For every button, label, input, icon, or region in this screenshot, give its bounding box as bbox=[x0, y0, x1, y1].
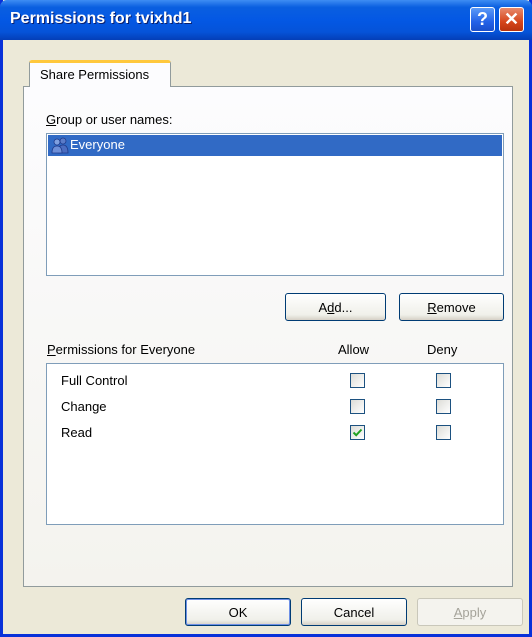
allow-full-control-checkbox[interactable] bbox=[350, 373, 365, 388]
user-listbox[interactable]: Everyone bbox=[46, 133, 504, 276]
permissions-list: Full Control Change Read bbox=[46, 363, 504, 525]
title-bar[interactable]: Permissions for tvixhd1 ? ✕ bbox=[0, 0, 532, 40]
allow-column-header: Allow bbox=[338, 342, 370, 357]
users-group-icon bbox=[51, 137, 69, 154]
permission-name: Read bbox=[61, 425, 93, 440]
deny-column-header: Deny bbox=[427, 342, 458, 357]
window-title: Permissions for tvixhd1 bbox=[10, 10, 192, 27]
remove-button[interactable]: Remove bbox=[399, 293, 504, 321]
add-button[interactable]: Add... bbox=[285, 293, 386, 321]
list-item-everyone[interactable]: Everyone bbox=[48, 135, 502, 156]
tab-panel: Group or user names: Everyone Add... Rem… bbox=[23, 86, 513, 587]
tab-label: Share Permissions bbox=[40, 67, 150, 82]
apply-button[interactable]: Apply bbox=[417, 598, 523, 626]
tab-share-permissions[interactable]: Share Permissions bbox=[29, 60, 171, 87]
user-name: Everyone bbox=[70, 137, 125, 152]
close-button[interactable]: ✕ bbox=[499, 7, 524, 32]
permissions-dialog: Permissions for tvixhd1 ? ✕ Share Permis… bbox=[0, 0, 532, 637]
deny-change-checkbox[interactable] bbox=[436, 399, 451, 414]
permission-name: Change bbox=[61, 399, 107, 414]
allow-read-checkbox[interactable] bbox=[350, 425, 365, 440]
ok-button[interactable]: OK bbox=[185, 598, 291, 626]
permission-name: Full Control bbox=[61, 373, 128, 388]
deny-read-checkbox[interactable] bbox=[436, 425, 451, 440]
allow-change-checkbox[interactable] bbox=[350, 399, 365, 414]
help-button[interactable]: ? bbox=[470, 7, 495, 32]
checkmark-icon bbox=[352, 428, 363, 437]
permissions-for-label: Permissions for Everyone bbox=[47, 342, 196, 357]
group-or-user-names-label: Group or user names: bbox=[46, 112, 173, 127]
cancel-button[interactable]: Cancel bbox=[301, 598, 407, 626]
deny-full-control-checkbox[interactable] bbox=[436, 373, 451, 388]
